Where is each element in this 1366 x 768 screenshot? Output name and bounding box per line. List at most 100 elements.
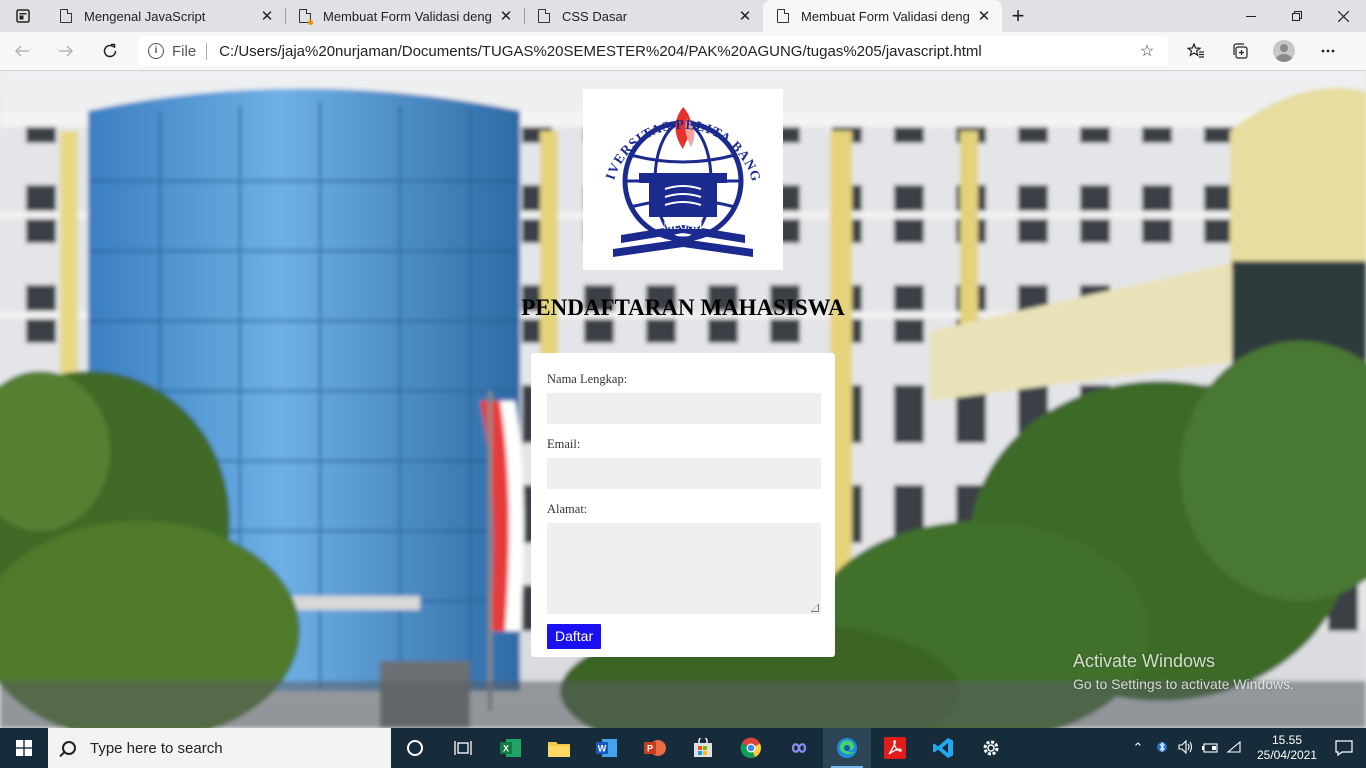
tab-close-icon[interactable]: ✕ bbox=[737, 7, 753, 25]
bluetooth-icon[interactable] bbox=[1150, 739, 1174, 758]
close-window-button[interactable] bbox=[1320, 0, 1366, 32]
system-tray: ⌃ 15.55 25/04/2021 bbox=[1126, 728, 1366, 768]
tab-form-validasi-1[interactable]: Membuat Form Validasi dengan ✕ bbox=[285, 0, 524, 32]
watermark-subtitle: Go to Settings to activate Windows. bbox=[1073, 676, 1294, 692]
powerpoint-app[interactable]: P bbox=[631, 728, 679, 768]
search-placeholder: Type here to search bbox=[90, 739, 223, 757]
pdf-icon bbox=[884, 737, 906, 759]
taskbar-search[interactable]: Type here to search bbox=[48, 728, 391, 768]
page-icon bbox=[60, 9, 72, 23]
browser-toolbar: i File C:/Users/jaja%20nurjaman/Document… bbox=[0, 32, 1366, 71]
restore-button[interactable] bbox=[1274, 0, 1320, 32]
vscode-app[interactable] bbox=[919, 728, 967, 768]
add-favorite-icon[interactable]: ☆ bbox=[1136, 41, 1158, 61]
address-label: Alamat: bbox=[547, 502, 588, 516]
wifi-icon[interactable] bbox=[1222, 740, 1246, 756]
powerpoint-icon: P bbox=[644, 740, 666, 756]
minimize-icon bbox=[1246, 16, 1256, 17]
registration-form: Nama Lengkap: Email: Alamat: Daftar bbox=[531, 353, 835, 657]
tab-actions-icon bbox=[16, 9, 30, 23]
windows-logo-icon bbox=[16, 740, 32, 756]
tab-title: Mengenal JavaScript bbox=[84, 8, 206, 24]
logo-megah-label: MEGAH bbox=[664, 221, 703, 232]
avatar bbox=[1273, 40, 1295, 62]
folder-icon bbox=[548, 742, 570, 757]
collections-icon bbox=[1233, 43, 1248, 59]
arrow-left-icon bbox=[14, 45, 29, 57]
tab-css-dasar[interactable]: CSS Dasar ✕ bbox=[524, 0, 763, 32]
tab-strip: Mengenal JavaScript ✕ Membuat Form Valid… bbox=[0, 0, 1366, 32]
tab-close-icon[interactable]: ✕ bbox=[976, 7, 992, 25]
notification-icon bbox=[1335, 740, 1353, 756]
svg-text:X: X bbox=[503, 744, 509, 754]
settings-more-button[interactable] bbox=[1306, 32, 1350, 71]
store-app[interactable] bbox=[679, 728, 727, 768]
chrome-app[interactable] bbox=[727, 728, 775, 768]
page-viewport: MEGAH UNIVERSITAS PELITA BANGSA PENDAFTA… bbox=[0, 71, 1366, 728]
chrome-icon bbox=[740, 737, 761, 758]
email-input[interactable] bbox=[547, 458, 821, 489]
minimize-button[interactable] bbox=[1228, 0, 1274, 32]
window-controls bbox=[1228, 0, 1366, 32]
vscode-icon bbox=[933, 738, 953, 758]
name-input[interactable] bbox=[547, 393, 821, 424]
back-button[interactable] bbox=[0, 32, 44, 71]
page-title: PENDAFTARAN MAHASISWA bbox=[521, 295, 845, 320]
loading-dot-icon bbox=[308, 20, 313, 25]
url-text[interactable]: C:/Users/jaja%20nurjaman/Documents/TUGAS… bbox=[219, 43, 1136, 60]
profile-button[interactable] bbox=[1262, 32, 1306, 71]
restore-icon bbox=[1292, 11, 1302, 21]
task-view-button[interactable] bbox=[439, 728, 487, 768]
start-button[interactable] bbox=[0, 728, 48, 768]
gear-icon bbox=[983, 740, 999, 756]
svg-text:P: P bbox=[647, 744, 653, 754]
tab-title: Membuat Form Validasi dengan bbox=[323, 8, 492, 24]
word-app[interactable]: W bbox=[583, 728, 631, 768]
activate-windows-watermark: Activate Windows Go to Settings to activ… bbox=[1073, 651, 1294, 692]
volume-icon[interactable] bbox=[1174, 739, 1198, 757]
file-explorer-app[interactable] bbox=[535, 728, 583, 768]
tab-actions-button[interactable] bbox=[0, 0, 46, 32]
page-icon bbox=[538, 9, 550, 23]
tab-form-validasi-active[interactable]: Membuat Form Validasi dengan ✕ bbox=[763, 0, 1002, 32]
forward-button[interactable] bbox=[44, 32, 88, 71]
toolbar-right bbox=[1174, 32, 1350, 71]
settings-app[interactable] bbox=[967, 728, 1015, 768]
edge-app[interactable] bbox=[823, 728, 871, 768]
word-icon: W bbox=[596, 739, 617, 757]
scheme-label: File bbox=[172, 42, 208, 60]
acrobat-app[interactable] bbox=[871, 728, 919, 768]
cortana-button[interactable] bbox=[391, 728, 439, 768]
info-icon[interactable]: i bbox=[148, 43, 164, 59]
email-label: Email: bbox=[547, 437, 581, 451]
favorites-icon bbox=[1187, 43, 1204, 58]
tab-mengenal-javascript[interactable]: Mengenal JavaScript ✕ bbox=[46, 0, 285, 32]
store-icon bbox=[694, 738, 712, 757]
notification-center-button[interactable] bbox=[1322, 740, 1366, 756]
tab-title: Membuat Form Validasi dengan bbox=[801, 8, 970, 24]
submit-button[interactable]: Daftar bbox=[547, 624, 602, 649]
watermark-title: Activate Windows bbox=[1073, 651, 1216, 671]
excel-icon: X bbox=[500, 739, 521, 757]
taskbar-clock[interactable]: 15.55 25/04/2021 bbox=[1252, 733, 1322, 763]
excel-app[interactable]: X bbox=[487, 728, 535, 768]
tab-close-icon[interactable]: ✕ bbox=[259, 7, 275, 25]
refresh-button[interactable] bbox=[88, 32, 132, 71]
new-tab-button[interactable]: + bbox=[1002, 0, 1034, 32]
address-textarea[interactable] bbox=[547, 523, 821, 614]
page-icon bbox=[777, 9, 789, 23]
address-bar[interactable]: i File C:/Users/jaja%20nurjaman/Document… bbox=[138, 36, 1168, 66]
chevron-up-icon[interactable]: ⌃ bbox=[1126, 740, 1150, 756]
windows-taskbar: Type here to search X W P ⌃ 15.55 25/04/… bbox=[0, 728, 1366, 768]
infinity-app[interactable] bbox=[775, 728, 823, 768]
favorites-button[interactable] bbox=[1174, 32, 1218, 71]
battery-icon[interactable] bbox=[1198, 741, 1222, 756]
logo-emblem-icon: MEGAH UNIVERSITAS PELITA BANGSA bbox=[578, 77, 763, 257]
edge-icon bbox=[837, 738, 857, 758]
university-logo: MEGAH UNIVERSITAS PELITA BANGSA bbox=[578, 77, 783, 270]
infinity-icon bbox=[791, 743, 807, 753]
more-icon bbox=[1321, 49, 1335, 53]
tab-close-icon[interactable]: ✕ bbox=[498, 7, 514, 25]
collections-button[interactable] bbox=[1218, 32, 1262, 71]
clock-time: 15.55 bbox=[1271, 733, 1303, 747]
